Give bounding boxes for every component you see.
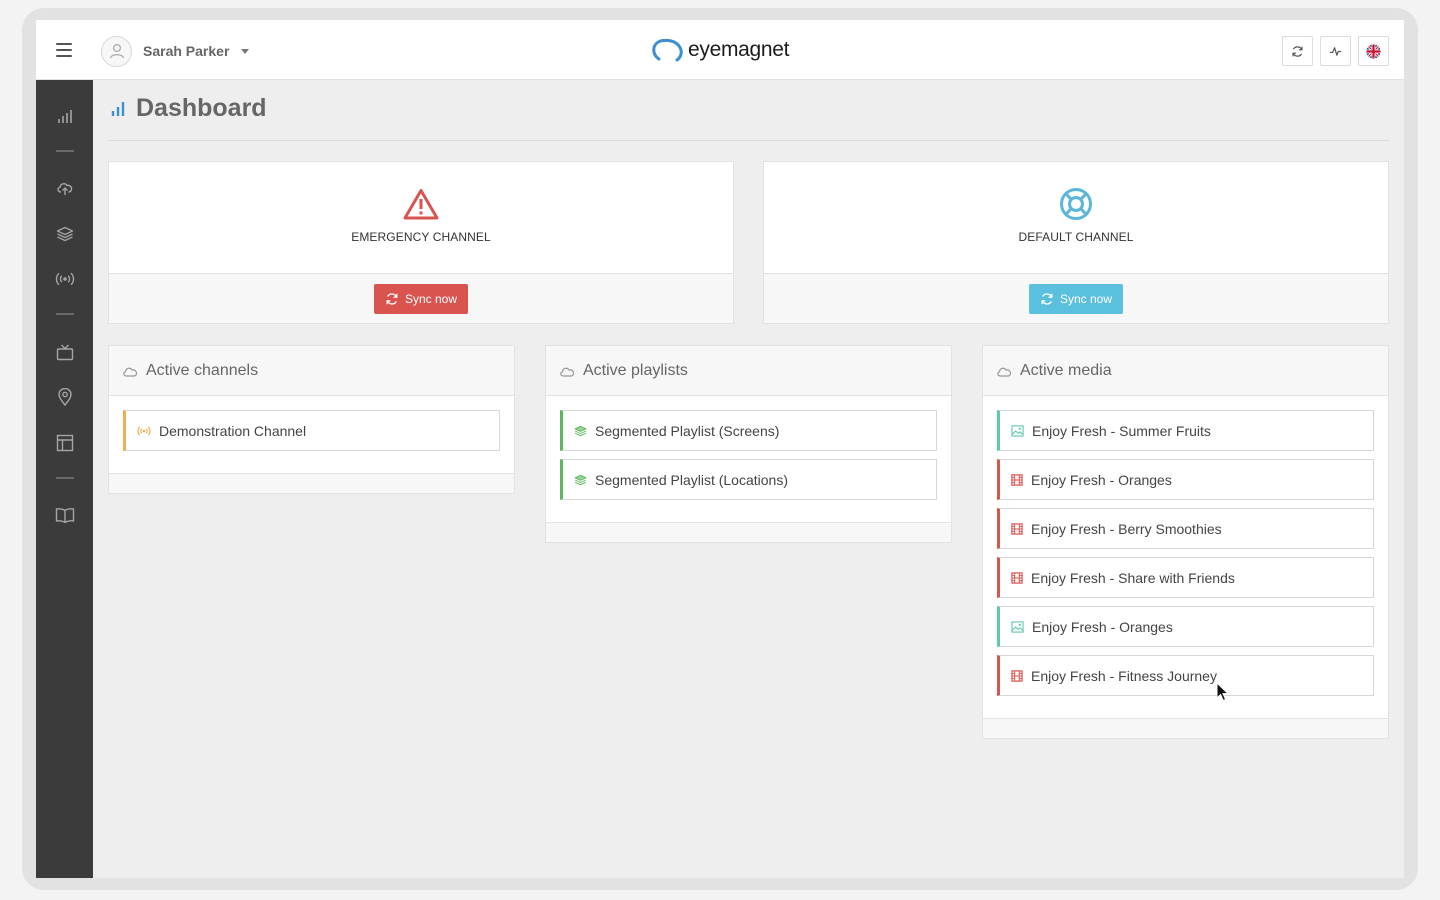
sidebar-item-locations[interactable]	[36, 379, 93, 415]
film-icon	[1011, 669, 1023, 682]
activity-button[interactable]	[1320, 36, 1351, 66]
tv-icon	[56, 344, 73, 360]
list-item[interactable]: Enjoy Fresh - Berry Smoothies	[997, 508, 1374, 549]
list-item[interactable]: Enjoy Fresh - Oranges	[997, 459, 1374, 500]
list-item[interactable]: Segmented Playlist (Locations)	[560, 459, 937, 500]
cloud-upload-icon	[56, 183, 72, 195]
media-name: Enjoy Fresh - Fitness Journey	[1031, 667, 1217, 684]
sidebar-item-channels[interactable]	[36, 261, 93, 297]
refresh-icon	[1041, 292, 1053, 305]
user-icon	[109, 43, 124, 59]
book-icon	[55, 508, 74, 523]
page-header: Dashboard	[110, 94, 267, 123]
film-icon	[1011, 522, 1023, 535]
playlist-name: Segmented Playlist (Locations)	[595, 471, 788, 488]
divider	[108, 140, 1389, 141]
sidebar-item-upload[interactable]	[36, 170, 93, 206]
image-icon	[1011, 424, 1024, 437]
default-channel-label: DEFAULT CHANNEL	[1018, 230, 1134, 244]
film-icon	[1011, 571, 1023, 584]
default-channel-card: DEFAULT CHANNEL Sync now	[763, 161, 1389, 324]
cloud-icon	[560, 367, 575, 377]
channel-name: Demonstration Channel	[159, 422, 307, 439]
emergency-channel-card: EMERGENCY CHANNEL Sync now	[108, 161, 734, 324]
sidebar-divider	[56, 313, 74, 315]
avatar	[101, 35, 132, 67]
map-pin-icon	[57, 388, 72, 406]
default-sync-button[interactable]: Sync now	[1028, 283, 1124, 314]
layers-icon	[574, 474, 587, 485]
cloud-icon	[123, 367, 138, 377]
sidebar-item-screens[interactable]	[36, 334, 93, 370]
layout-icon	[56, 434, 73, 452]
broadcast-icon	[137, 426, 151, 435]
uk-flag-icon	[1366, 43, 1381, 59]
user-menu[interactable]: Sarah Parker	[101, 35, 250, 67]
sync-button-label: Sync now	[404, 291, 458, 306]
active-playlists-panel: Active playlists Segmented Playlist (Scr…	[545, 345, 952, 543]
life-ring-icon	[1060, 188, 1092, 220]
language-button[interactable]	[1358, 36, 1389, 66]
sidebar-divider	[56, 477, 74, 479]
media-name: Enjoy Fresh - Share with Friends	[1031, 569, 1235, 586]
sidebar-divider	[56, 150, 74, 152]
media-name: Enjoy Fresh - Berry Smoothies	[1031, 520, 1222, 537]
panel-title: Active channels	[146, 361, 259, 379]
cloud-icon	[997, 367, 1012, 377]
sidebar-item-playlists[interactable]	[36, 216, 93, 252]
app-window: Sarah Parker eyemagnet Dashboard EMERGEN…	[36, 20, 1404, 878]
media-name: Enjoy Fresh - Summer Fruits	[1032, 422, 1211, 439]
logo: eyemagnet	[650, 37, 790, 63]
panel-title: Active playlists	[583, 361, 688, 379]
refresh-icon	[1292, 45, 1303, 57]
main-content: Dashboard EMERGENCY CHANNEL Sync now DEF…	[93, 80, 1404, 878]
top-bar: Sarah Parker eyemagnet	[36, 20, 1404, 80]
list-item[interactable]: Enjoy Fresh - Summer Fruits	[997, 410, 1374, 451]
list-item[interactable]: Enjoy Fresh - Share with Friends	[997, 557, 1374, 598]
refresh-button[interactable]	[1282, 36, 1313, 66]
logo-text: eyemagnet	[688, 38, 790, 61]
activity-icon	[1329, 46, 1342, 56]
sync-button-label: Sync now	[1059, 291, 1113, 306]
eyemagnet-logo-icon	[652, 38, 683, 62]
active-media-panel: Active media Enjoy Fresh - Summer Fruits	[982, 345, 1389, 739]
media-name: Enjoy Fresh - Oranges	[1032, 618, 1173, 635]
playlist-name: Segmented Playlist (Screens)	[595, 422, 780, 439]
sidebar	[36, 80, 93, 878]
mouse-cursor-icon	[1216, 682, 1230, 702]
bar-chart-icon	[111, 102, 125, 116]
active-channels-panel: Active channels Demonstration Channel	[108, 345, 515, 494]
menu-toggle-icon[interactable]	[56, 43, 72, 57]
layers-icon	[574, 425, 587, 436]
media-name: Enjoy Fresh - Oranges	[1031, 471, 1172, 488]
panel-title: Active media	[1020, 361, 1112, 379]
warning-icon	[403, 189, 439, 220]
refresh-icon	[386, 292, 398, 305]
sidebar-item-layouts[interactable]	[36, 425, 93, 461]
image-icon	[1011, 620, 1024, 633]
list-item[interactable]: Enjoy Fresh - Fitness Journey	[997, 655, 1374, 696]
page-title: Dashboard	[136, 94, 267, 122]
sidebar-item-dashboard[interactable]	[36, 98, 93, 134]
sidebar-item-help[interactable]	[36, 497, 93, 533]
broadcast-icon	[55, 272, 74, 286]
list-item[interactable]: Demonstration Channel	[123, 410, 500, 451]
film-icon	[1011, 473, 1023, 486]
chevron-down-icon	[241, 48, 250, 54]
emergency-channel-label: EMERGENCY CHANNEL	[351, 230, 491, 244]
list-item[interactable]: Segmented Playlist (Screens)	[560, 410, 937, 451]
list-item[interactable]: Enjoy Fresh - Oranges	[997, 606, 1374, 647]
layers-icon	[56, 226, 73, 242]
bar-chart-icon	[57, 110, 72, 123]
emergency-sync-button[interactable]: Sync now	[373, 283, 469, 314]
user-name: Sarah Parker	[143, 43, 230, 59]
